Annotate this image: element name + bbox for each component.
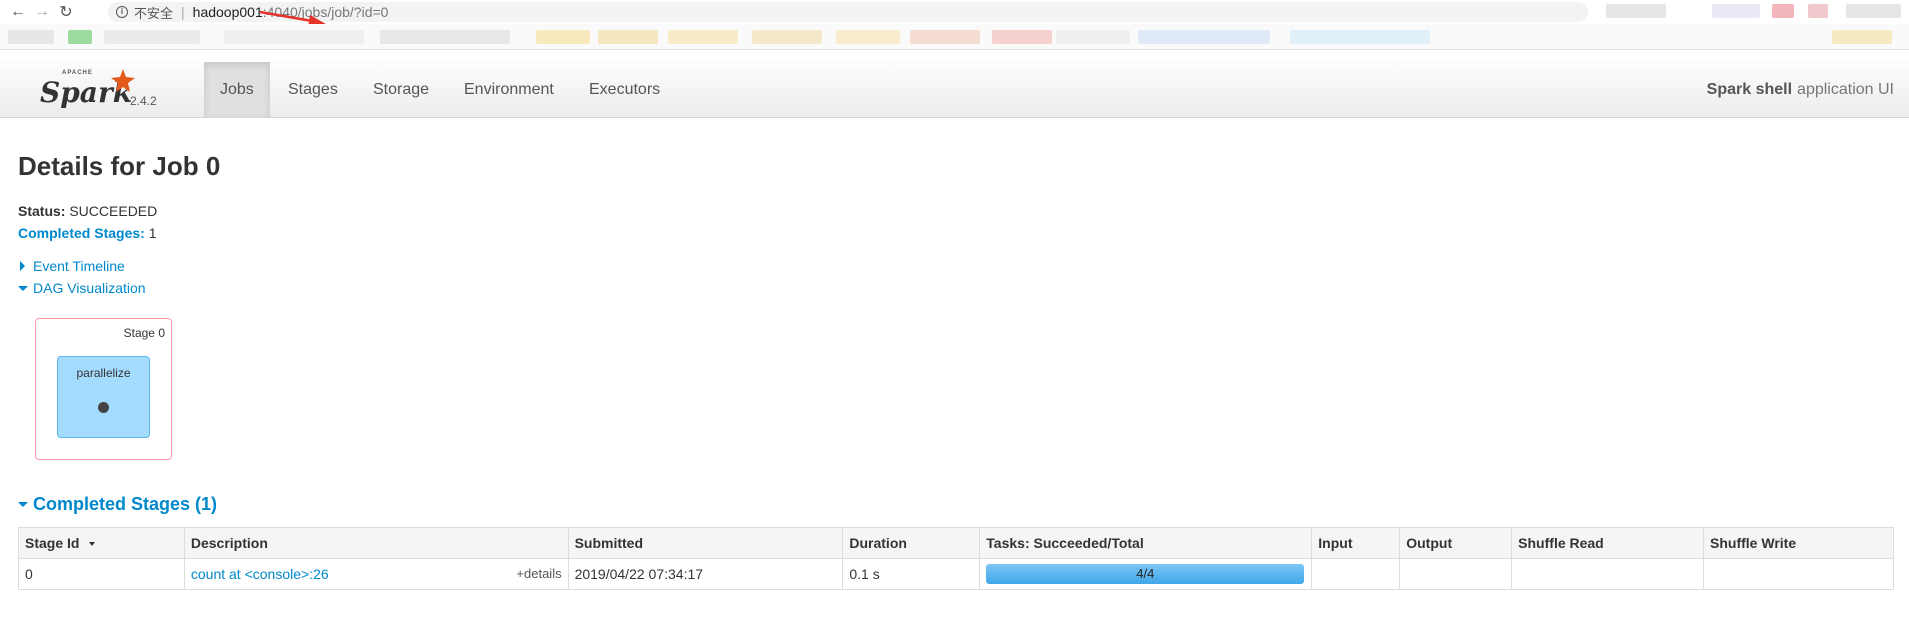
divider: | (181, 4, 185, 20)
spark-navbar: APACHE Spark 2.4.2 Jobs Stages Storage E… (0, 62, 1909, 118)
tasks-progress-text: 4/4 (1136, 566, 1155, 581)
collapse-arrow-icon (18, 285, 28, 291)
column-header-tasks[interactable]: Tasks: Succeeded/Total (979, 527, 1313, 559)
blurred-bookmark[interactable] (380, 30, 510, 44)
dag-stage-box[interactable]: Stage 0 parallelize (35, 318, 172, 460)
blurred-bookmark[interactable] (8, 30, 54, 44)
tab-jobs[interactable]: Jobs (204, 62, 270, 118)
cell-output (1399, 558, 1513, 590)
column-header-input[interactable]: Input (1311, 527, 1401, 559)
completed-stages-table: Stage Id Description Submitted Duration … (18, 527, 1894, 590)
tab-stages[interactable]: Stages (272, 62, 354, 118)
blurred-bookmark[interactable] (1138, 30, 1270, 44)
status-label: Status: (18, 203, 66, 219)
collapse-arrow-icon (18, 502, 28, 507)
column-header-description[interactable]: Description (183, 527, 569, 559)
cell-input (1311, 558, 1401, 590)
table-row: 0 count at <console>:26 +details 2019/04… (18, 558, 1894, 590)
job-status: Status: SUCCEEDED (18, 203, 157, 219)
dag-rdd-cluster[interactable]: parallelize (57, 356, 150, 438)
security-label: 不安全 (134, 5, 174, 21)
spark-logo[interactable]: APACHE Spark 2.4.2 (40, 66, 200, 114)
tab-storage[interactable]: Storage (357, 62, 445, 118)
expand-arrow-icon (20, 261, 25, 271)
stage-description-link[interactable]: count at <console>:26 (191, 566, 329, 582)
spark-version: 2.4.2 (130, 94, 157, 108)
app-suffix: application UI (1797, 81, 1894, 98)
blurred-bookmark[interactable] (224, 30, 364, 44)
event-timeline-label: Event Timeline (33, 258, 125, 274)
blurred-bookmark[interactable] (668, 30, 738, 44)
blurred-extension-icons (1606, 4, 1666, 18)
address-bar[interactable]: i 不安全 | hadoop001:4040/jobs/job/?id=0 (108, 2, 1588, 22)
blurred-bookmark[interactable] (68, 30, 92, 44)
completed-stages-title: Completed Stages (1) (33, 494, 218, 514)
blurred-extension-icons (1712, 4, 1760, 18)
completed-stages-header[interactable]: Completed Stages (1) (18, 494, 217, 515)
details-toggle[interactable]: +details (516, 566, 561, 581)
cell-shuffle-write (1703, 558, 1894, 590)
page-title: Details for Job 0 (18, 151, 221, 181)
info-icon[interactable]: i (116, 6, 128, 18)
blurred-bookmark[interactable] (1832, 30, 1892, 44)
tab-environment[interactable]: Environment (448, 62, 570, 118)
column-header-shuffle-write[interactable]: Shuffle Write (1703, 527, 1894, 559)
tab-executors[interactable]: Executors (573, 62, 676, 118)
column-header-duration[interactable]: Duration (842, 527, 981, 559)
cell-submitted: 2019/04/22 07:34:17 (567, 558, 844, 590)
column-header-shuffle-read[interactable]: Shuffle Read (1511, 527, 1705, 559)
dag-visualization-label: DAG Visualization (33, 280, 146, 296)
sort-desc-icon (89, 542, 96, 547)
cell-tasks: 4/4 (979, 558, 1313, 590)
bookmarks-bar (0, 24, 1909, 50)
dag-rdd-label: parallelize (76, 366, 131, 380)
rdd-node-dot[interactable] (98, 402, 109, 413)
blurred-bookmark[interactable] (1290, 30, 1430, 44)
blurred-bookmark[interactable] (598, 30, 658, 44)
blurred-extension-icons (1808, 4, 1828, 18)
table-header-row: Stage Id Description Submitted Duration … (18, 527, 1894, 559)
cell-description: count at <console>:26 +details (183, 558, 569, 590)
url-host: hadoop001 (192, 4, 263, 20)
dag-stage-label: Stage 0 (123, 326, 165, 340)
blurred-extension-icons (1846, 4, 1901, 18)
blurred-bookmark[interactable] (910, 30, 980, 44)
cell-duration: 0.1 s (842, 558, 981, 590)
column-header-stage-id[interactable]: Stage Id (18, 527, 185, 559)
column-header-submitted[interactable]: Submitted (567, 527, 844, 559)
event-timeline-toggle[interactable]: Event Timeline (18, 258, 125, 274)
back-icon[interactable]: ← (6, 0, 30, 24)
completed-stages-summary: Completed Stages: 1 (18, 225, 157, 241)
blurred-bookmark[interactable] (992, 30, 1052, 44)
cell-shuffle-read (1511, 558, 1705, 590)
cell-stage-id: 0 (18, 558, 185, 590)
app-title: Spark shell application UI (1707, 62, 1894, 118)
blurred-bookmark[interactable] (1056, 30, 1130, 44)
blurred-bookmark[interactable] (752, 30, 822, 44)
reload-icon[interactable]: ↻ (54, 0, 78, 24)
status-value: SUCCEEDED (69, 203, 158, 219)
browser-toolbar: ← → ↻ i 不安全 | hadoop001:4040/jobs/job/?i… (0, 0, 1909, 27)
forward-icon[interactable]: → (30, 0, 54, 24)
blurred-bookmark[interactable] (536, 30, 590, 44)
blurred-bookmark[interactable] (104, 30, 200, 44)
blurred-bookmark[interactable] (836, 30, 900, 44)
completed-stages-link[interactable]: Completed Stages: (18, 225, 145, 241)
tasks-progress-bar: 4/4 (986, 564, 1305, 584)
dag-visualization-toggle[interactable]: DAG Visualization (18, 280, 146, 296)
spark-star-icon (111, 69, 135, 92)
completed-stages-count: 1 (148, 225, 157, 241)
blurred-extension-icons (1772, 4, 1794, 18)
app-name: Spark shell (1706, 81, 1793, 98)
column-header-output[interactable]: Output (1399, 527, 1513, 559)
